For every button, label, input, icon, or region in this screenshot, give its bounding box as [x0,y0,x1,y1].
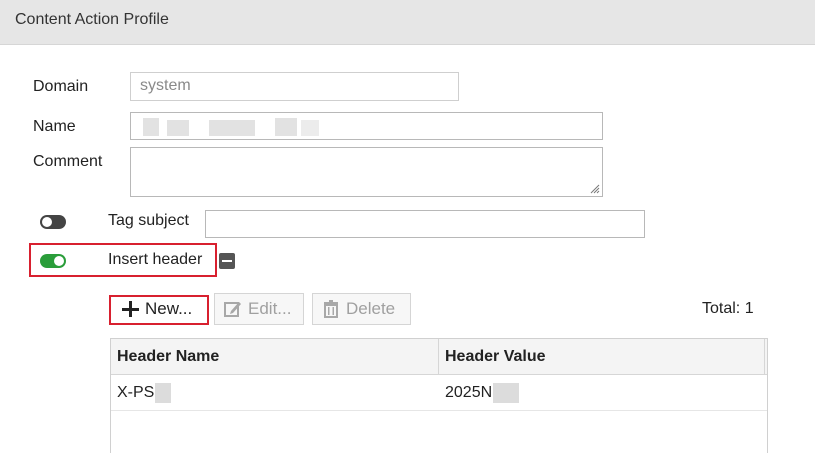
new-button-label: New... [145,299,193,318]
edit-button-label: Edit... [248,299,292,318]
redacted-block [209,120,255,136]
trash-icon [321,299,341,319]
edit-icon [223,299,243,319]
tag-subject-label: Tag subject [108,212,189,229]
insert-header-label: Insert header [108,251,203,268]
domain-value: system [140,77,191,94]
plus-icon [120,299,140,319]
new-button[interactable]: New... [112,293,208,325]
page-title: Content Action Profile [15,11,169,28]
column-resize-handle[interactable] [764,339,771,375]
tag-subject-input[interactable] [205,210,645,238]
tag-subject-toggle[interactable] [40,215,66,229]
delete-button[interactable]: Delete [312,293,411,325]
redacted-block [493,382,520,403]
name-label: Name [33,118,76,135]
toggle-knob [54,256,64,266]
table-row[interactable]: X-PS 2025N [111,375,767,411]
total-count: Total: 1 [702,300,754,317]
redacted-block [275,118,297,136]
delete-button-label: Delete [346,299,396,318]
domain-field: system [130,72,459,101]
title-bar: Content Action Profile [0,0,815,45]
table-header: Header Name Header Value [111,339,767,375]
comment-label: Comment [33,153,103,170]
headers-table: Header Name Header Value X-PS 2025N [110,338,768,453]
minus-icon[interactable] [219,253,235,269]
edit-button[interactable]: Edit... [214,293,304,325]
column-header-value[interactable]: Header Value [439,339,767,375]
redacted-block [143,118,159,136]
insert-header-toggle[interactable] [40,254,66,268]
comment-textarea[interactable] [130,147,603,197]
header-value-cell: 2025N [439,375,767,411]
domain-label: Domain [33,78,89,95]
toggle-knob [41,216,53,228]
column-header-name[interactable]: Header Name [111,339,439,375]
header-name-cell: X-PS [111,375,439,411]
resize-grip-icon[interactable] [588,182,600,194]
redacted-block [167,120,189,136]
redacted-block [155,382,172,403]
redacted-block [301,120,319,136]
name-input[interactable] [130,112,603,140]
